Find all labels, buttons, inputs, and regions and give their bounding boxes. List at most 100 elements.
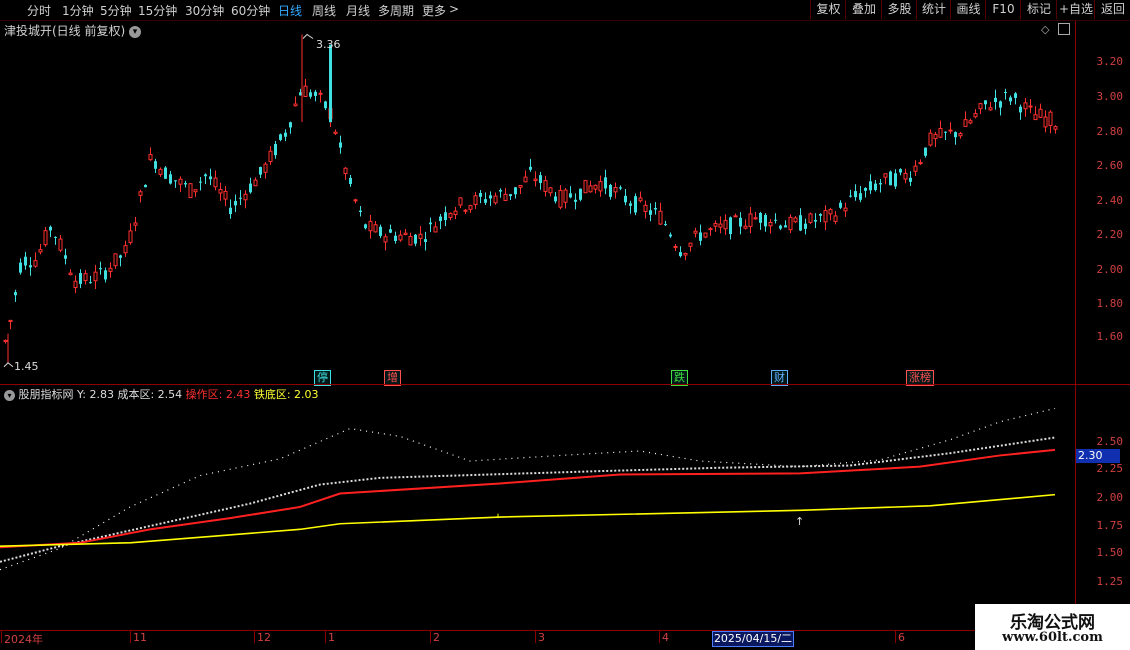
candle-body [654,207,657,210]
toolbar-button-4[interactable]: 画线 [950,0,986,19]
indicator-panel[interactable]: ▾ 股朋指标网 Y: 2.83 成本区: 2.54 操作区: 2.43 铁底区:… [0,385,1075,630]
candle-body [613,186,618,193]
candle-body [108,267,113,272]
toolbar-button-0[interactable]: 复权 [810,0,846,19]
candle-body [894,173,897,187]
period-tab-7[interactable]: 周线 [312,2,336,19]
toolbar-button-6[interactable]: 标记 [1020,0,1057,19]
candle-body [204,174,207,177]
candle-body [779,225,782,229]
candle-body [688,242,693,247]
candle-body [174,180,177,182]
date-tick [254,631,255,643]
toolbar-button-8[interactable]: 返回 [1094,0,1130,19]
candle-body [368,220,373,232]
indicator-axis: 2.50 2.25 2.00 1.75 1.50 1.25 [1075,385,1130,630]
period-tab-9[interactable]: 多周期 [378,2,414,19]
period-tab-1[interactable]: 1分钟 [62,2,94,19]
candle-body [158,168,163,175]
candle-body [928,132,933,146]
period-tab-6[interactable]: 日线 [278,2,302,19]
candle-body [944,131,947,133]
candle-body [133,222,138,226]
extreme-pointer [3,362,14,368]
candle-body [418,233,423,239]
candle-body [104,270,107,280]
candle-body [708,228,713,231]
period-tab-4[interactable]: 30分钟 [185,2,224,19]
candle-body [154,161,157,169]
date-label: 4 [662,631,669,644]
date-tick [130,631,131,643]
candle-body [223,190,228,200]
indicator-tick-label: 1.75 [1096,519,1124,532]
toolbar-button-5[interactable]: F10 [985,0,1021,19]
candle-body [303,85,308,97]
current-value-badge: 2.30 [1076,449,1120,463]
candle-body [833,215,838,222]
date-label: 3 [538,631,545,644]
candle-body [113,253,118,267]
candle-body [854,191,857,198]
candle-body [874,183,877,190]
date-label: 2024年 [4,633,43,646]
period-tab-10[interactable]: 更多 [422,2,446,19]
candle-body [398,234,403,241]
candle-body [693,230,698,234]
date-tick [659,631,660,643]
date-tick [325,631,326,643]
period-tab-0[interactable]: 分时 [27,2,51,19]
price-chart-panel[interactable]: 津投城开(日线 前复权) ▾ ◇ 3.36 1.45 [0,21,1075,384]
toolbar-button-2[interactable]: 多股 [881,0,917,19]
period-tab-3[interactable]: 15分钟 [138,2,177,19]
candle-body [828,209,833,215]
candle-body [119,255,122,258]
candle-body [563,189,568,203]
candle-body [1043,116,1048,128]
candle-body [333,131,338,134]
candle-body [8,319,13,323]
price-tick-label: 3.20 [1096,55,1124,68]
candle-body [1048,111,1053,126]
toolbar-button-7[interactable]: +自选 [1056,0,1095,19]
candle-body [683,252,688,256]
candle-body [178,178,183,185]
candle-body [748,213,753,227]
candle-body [963,119,968,127]
candle-body [933,133,938,140]
candle-body [184,183,187,185]
candle-body [973,113,978,118]
toolbar-button-3[interactable]: 统计 [916,0,951,19]
candle-body [1053,126,1058,130]
candle-body [664,224,667,226]
candle-body [574,199,577,202]
selected-date: 2025/04/15/二 [712,631,794,647]
candle-body [68,272,73,276]
more-arrow-icon[interactable]: > [449,2,459,16]
period-tab-5[interactable]: 60分钟 [231,2,270,19]
period-tab-2[interactable]: 5分钟 [100,2,132,19]
candle-body [1009,97,1012,102]
candle-body [1014,93,1017,98]
candle-body [38,249,43,253]
toolbar-button-1[interactable]: 叠加 [845,0,882,19]
candle-body [439,216,442,222]
period-tab-8[interactable]: 月线 [346,2,370,19]
candle-body [353,199,358,202]
candle-body [999,101,1002,108]
candle-body [239,197,242,199]
candle-body [918,162,923,165]
date-label: 6 [898,631,905,644]
candle-body [318,92,323,95]
candle-body [864,187,867,191]
candle-body [1004,92,1007,94]
watermark-url: www.60lt.com [1002,630,1103,645]
candle-body [249,183,252,193]
candle-body [799,215,802,231]
indicator-tick-label: 1.50 [1096,546,1124,559]
candle-body [389,229,392,233]
watermark: 乐淘公式网 www.60lt.com [975,604,1130,650]
candle-body [638,197,643,202]
price-tick-label: 1.80 [1096,297,1124,310]
candle-body [788,216,793,231]
